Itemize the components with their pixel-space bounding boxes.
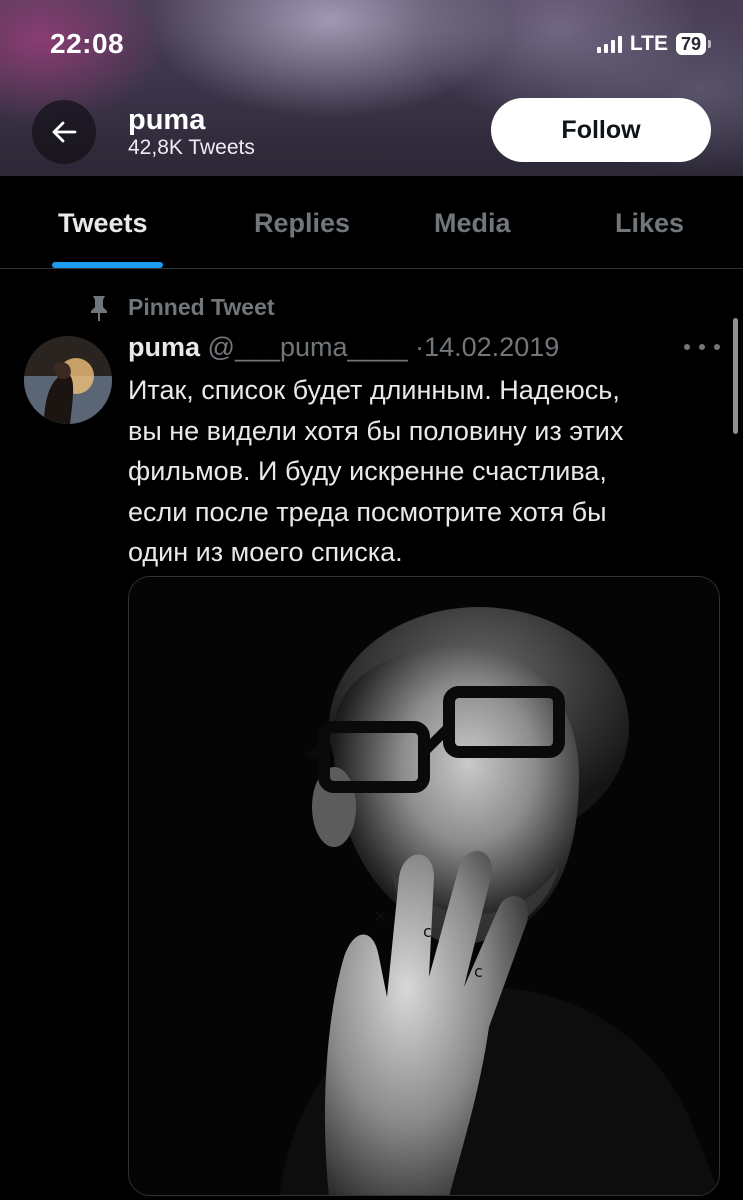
more-icon[interactable] [684,332,720,362]
tweet-text-line: если после треда посмотрите хотя бы [128,496,607,527]
profile-header: 22:08 LTE 79 puma 42,8K Tweets Follow [0,0,743,176]
status-indicators: LTE 79 [596,32,711,56]
tweet-author-handle[interactable]: @___puma____ [208,332,408,362]
pin-icon [91,296,107,321]
tweet-count: 42,8K Tweets [128,136,255,159]
active-tab-indicator [52,262,163,268]
tab-replies[interactable]: Replies [254,208,350,239]
tweet-text-line: Итак, список будет длинным. Надеюсь, [128,375,620,405]
profile-tabs: Tweets Replies Media Likes [0,176,743,269]
battery-level: 79 [675,33,706,55]
avatar-photo [24,336,112,424]
tweet-text-line: один из моего списка. [128,537,403,567]
tweet-media-image[interactable]: × c c [128,576,720,1196]
tweet-header: puma @___puma____ ·14.02.2019 [128,332,559,363]
network-label: LTE [629,32,668,55]
tweet-author-name[interactable]: puma [128,332,200,362]
tweet-text-line: вы не видели хотя бы половину из этих [128,415,624,446]
tweet-date[interactable]: 14.02.2019 [424,332,559,362]
svg-text:c: c [423,922,432,941]
tweet-separator: · [415,332,425,362]
tab-media[interactable]: Media [434,208,511,239]
scrollbar[interactable] [733,318,738,434]
back-button[interactable] [32,100,96,164]
svg-text:×: × [373,906,388,927]
signal-icon [596,35,622,53]
back-arrow-icon [52,121,77,143]
tweet-text-line: фильмов. И буду искренне счастлива, [128,456,607,486]
profile-name: puma [128,104,206,136]
pinned-label: Pinned Tweet [128,294,275,320]
pinned-indicator: Pinned Tweet [88,294,275,322]
tweet-text: Итак, список будет длинным. Надеюсь, вы … [128,370,698,573]
tab-likes[interactable]: Likes [615,208,684,239]
portrait-photo: × c c [129,577,719,1195]
status-time: 22:08 [50,28,125,59]
avatar[interactable] [24,336,112,424]
battery-tip [708,40,711,48]
follow-button[interactable]: Follow [491,98,711,162]
svg-text:c: c [474,962,483,981]
battery-icon: 79 [675,33,711,55]
tab-tweets[interactable]: Tweets [58,208,148,239]
